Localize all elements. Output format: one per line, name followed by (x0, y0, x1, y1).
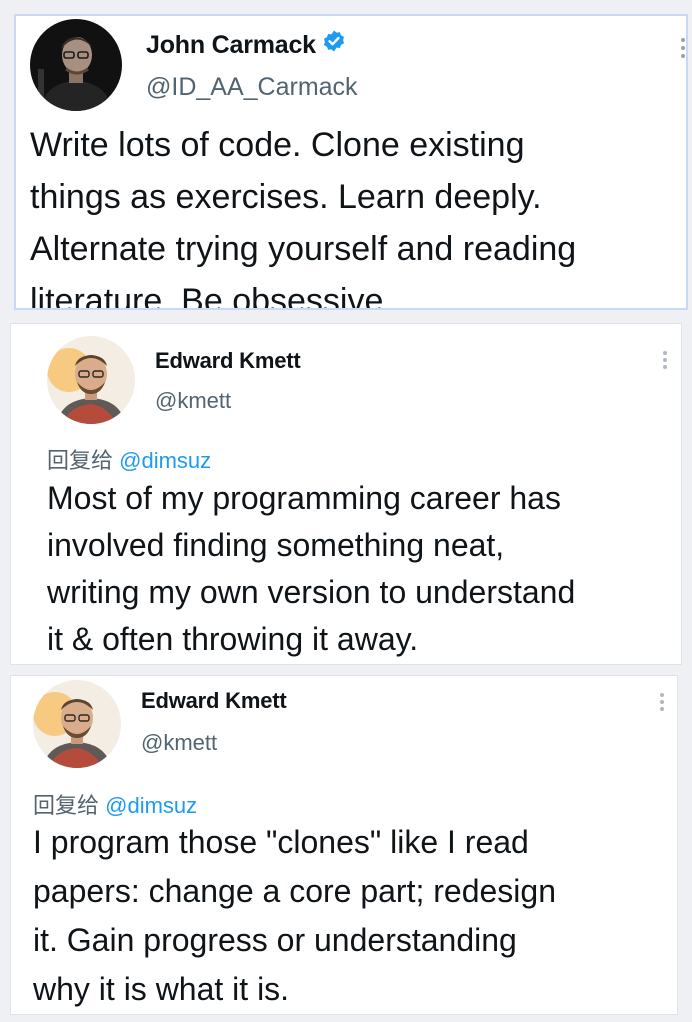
author-handle[interactable]: @ID_AA_Carmack (146, 73, 358, 102)
more-options-icon[interactable] (659, 693, 665, 715)
verified-badge-icon (322, 29, 346, 60)
tweet-card-carmack: John Carmack @ID_AA_Carmack Write lots o… (14, 14, 688, 310)
author-name[interactable]: Edward Kmett (155, 348, 301, 374)
author-name[interactable]: Edward Kmett (141, 688, 287, 714)
avatar-image (33, 680, 121, 768)
reply-prefix: 回复给 (33, 793, 100, 818)
tweet-card-kmett-1: Edward Kmett @kmett 回复给 @dimsuz Most of … (10, 323, 682, 665)
tweet-text: I program those "clones" like I read pap… (33, 824, 556, 1007)
author-name-text: John Carmack (146, 31, 316, 59)
reply-mention-link[interactable]: @dimsuz (119, 448, 211, 473)
reply-context: 回复给 @dimsuz (33, 788, 197, 820)
avatar[interactable] (33, 680, 121, 768)
avatar[interactable] (30, 19, 122, 111)
author-handle[interactable]: @kmett (155, 388, 231, 414)
reply-prefix: 回复给 (47, 448, 114, 473)
more-options-icon[interactable] (662, 351, 668, 373)
avatar[interactable] (47, 336, 135, 424)
author-handle[interactable]: @kmett (141, 730, 217, 756)
reply-mention-link[interactable]: @dimsuz (105, 793, 197, 818)
avatar-image (47, 336, 135, 424)
reply-context: 回复给 @dimsuz (47, 443, 211, 475)
tweet-card-kmett-2: Edward Kmett @kmett 回复给 @dimsuz I progra… (10, 675, 678, 1015)
author-name[interactable]: John Carmack (146, 29, 346, 60)
more-options-icon[interactable] (680, 38, 686, 64)
tweet-text: Most of my programming career has involv… (47, 480, 576, 657)
tweet-text: Write lots of code. Clone existing thing… (30, 126, 577, 310)
avatar-image (30, 19, 122, 111)
